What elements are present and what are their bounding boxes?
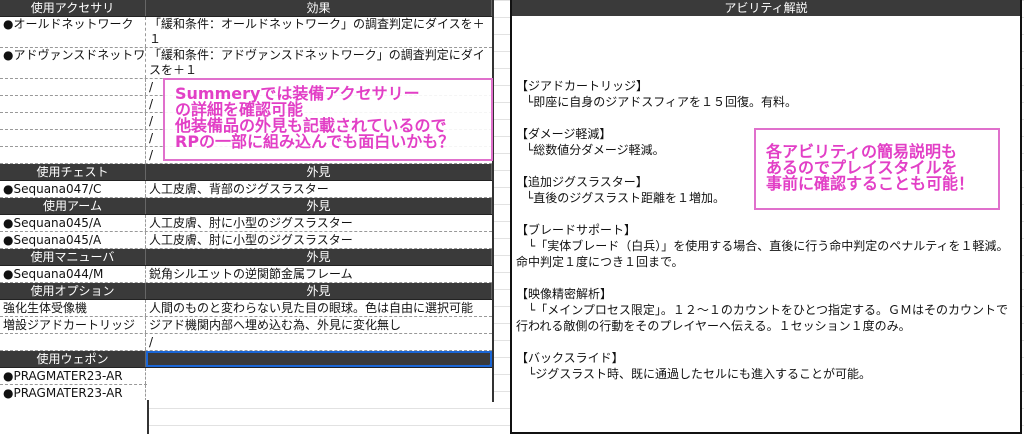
item-name-cell[interactable]: ●Sequana047/C <box>0 181 146 197</box>
item-detail-cell[interactable]: / <box>146 334 492 350</box>
item-name-cell[interactable]: ●オールドネットワーク <box>0 17 146 47</box>
weapon-blank-cells <box>0 400 149 434</box>
ability-item: 【ブレードサポート】 └「実体ブレード（白兵）」を使用する場合、直後に行う命中判… <box>516 222 1014 270</box>
table-row: / <box>0 334 492 351</box>
item-detail-cell[interactable]: 鋭角シルエットの逆関節金属フレーム <box>146 266 492 282</box>
table-row: ●Sequana044/M 鋭角シルエットの逆関節金属フレーム <box>0 266 492 283</box>
item-detail-cell[interactable]: 「緩和条件：オールドネットワーク」の調査判定にダイスを＋１ <box>146 17 492 47</box>
item-name-cell[interactable]: ●Sequana044/M <box>0 266 146 282</box>
item-name-cell[interactable]: ●Sequana045/A <box>0 232 146 248</box>
item-name-cell[interactable]: ●PRAGMATER23-AR <box>0 368 146 384</box>
header-label: 使用チェスト <box>0 164 146 180</box>
item-detail-cell[interactable]: 「緩和条件：アドヴァンスドネットワーク」の調査判定にダイスを＋１ <box>146 48 492 78</box>
item-name-cell[interactable] <box>0 334 146 350</box>
header-label: 外見 <box>146 249 492 265</box>
header-label: 使用アーム <box>0 198 146 214</box>
ability-item: 【バックスライド】 └ジグスラスト時、既に通過したセルにも進入することが可能。 <box>516 350 1014 382</box>
selection-handle[interactable] <box>488 364 491 367</box>
ability-description: └即座に自身のジアドスフィアを１５回復。有料。 <box>526 95 797 109</box>
ability-name: 【映像精密解析】 <box>516 287 613 301</box>
header-label: 使用アクセサリ <box>0 0 146 16</box>
table-row: ●PRAGMATER23-AR <box>0 368 147 385</box>
item-name-cell[interactable] <box>0 130 146 146</box>
table-row: ●アドヴァンスドネットワーク「緩和条件：アドヴァンスドネットワーク」の調査判定に… <box>0 48 492 79</box>
option-header: 使用オプション 外見 <box>0 283 492 300</box>
item-name-cell[interactable] <box>0 96 146 112</box>
ability-name: 【ブレードサポート】 <box>516 223 637 237</box>
table-row: ●オールドネットワーク 「緩和条件：オールドネットワーク」の調査判定にダイスを＋１ <box>0 17 492 48</box>
ability-description: └ジグスラスト時、既に通過したセルにも進入することが可能。 <box>516 367 871 381</box>
maneuver-header: 使用マニューバ 外見 <box>0 249 492 266</box>
header-label: 効果 <box>146 0 492 16</box>
callout-right: 各アビリティの簡易説明も あるのでプレイスタイルを 事前に確認することも可能！ <box>754 128 1000 210</box>
item-detail-cell[interactable]: 人間のものと変わらない見た目の眼球。色は自由に選択可能 <box>146 300 492 316</box>
header-label: 使用オプション <box>0 283 146 299</box>
item-name-cell[interactable] <box>0 147 146 163</box>
callout-line: 事前に確認することも可能！ <box>766 174 975 193</box>
ability-name: 【ジアドカートリッジ】 <box>516 79 649 93</box>
ability-item: 【ジアドカートリッジ】 └即座に自身のジアドスフィアを１５回復。有料。 <box>516 78 1014 110</box>
table-row: ●Sequana045/A 人工皮膚、肘に小型のジグスラスター <box>0 232 492 249</box>
item-name-cell[interactable]: ●Sequana045/A <box>0 215 146 231</box>
ability-item: 【映像精密解析】 └「メインプロセス限定」。１２～１のカウントをひとつ指定する。… <box>516 286 1014 334</box>
arm-header: 使用アーム 外見 <box>0 198 492 215</box>
header-label: 使用マニューバ <box>0 249 146 265</box>
table-row: ●Sequana045/A 人工皮膚、肘に小型のジグスラスター <box>0 215 492 232</box>
item-detail-cell[interactable]: 人工皮膚、背部のジグスラスター <box>146 181 492 197</box>
chest-header: 使用チェスト 外見 <box>0 164 492 181</box>
header-label[interactable] <box>146 351 492 367</box>
table-row: 増設ジアドカートリッジ ジアド機関内部へ埋め込む為、外見に変化無し <box>0 317 492 334</box>
callout-line: RPの一部に組み込んでも面白いかも？ <box>175 132 455 151</box>
ability-panel-title: アビリティ解説 <box>512 0 1020 16</box>
item-name-cell[interactable] <box>0 79 146 95</box>
table-row: ●Sequana047/C 人工皮膚、背部のジグスラスター <box>0 181 492 198</box>
item-detail-cell[interactable]: ジアド機関内部へ埋め込む為、外見に変化無し <box>146 317 492 333</box>
item-name-cell[interactable]: 増設ジアドカートリッジ <box>0 317 146 333</box>
item-name-cell[interactable] <box>0 113 146 129</box>
ability-description: └「メインプロセス限定」。１２～１のカウントをひとつ指定する。ＧＭはそのカウント… <box>516 303 1009 333</box>
table-row: 強化生体受像機 人間のものと変わらない見た目の眼球。色は自由に選択可能 <box>0 300 492 317</box>
header-label: 使用ウェポン <box>0 351 146 367</box>
callout-left: Summeryでは装備アクセサリー の詳細を確認可能 他装備品の外見も記載されている… <box>163 78 493 161</box>
accessory-header: 使用アクセサリ 効果 <box>0 0 492 17</box>
item-detail-cell[interactable]: 人工皮膚、肘に小型のジグスラスター <box>146 215 492 231</box>
weapon-header: 使用ウェポン <box>0 351 492 368</box>
header-label: 外見 <box>146 164 492 180</box>
item-name-cell[interactable]: 強化生体受像機 <box>0 300 146 316</box>
ability-description: └「実体ブレード（白兵）」を使用する場合、直後に行う命中判定のペナルティを１軽減… <box>516 239 1009 269</box>
header-label: 外見 <box>146 198 492 214</box>
ability-panel: アビリティ解説 【ジアドカートリッジ】 └即座に自身のジアドスフィアを１５回復。有… <box>510 0 1022 434</box>
item-name-cell[interactable]: ●PRAGMATER23-AR <box>0 385 146 401</box>
header-label: 外見 <box>146 283 492 299</box>
item-name-cell[interactable]: ●アドヴァンスドネットワーク <box>0 48 146 78</box>
ability-name: 【バックスライド】 <box>516 351 624 365</box>
equipment-table: 使用アクセサリ 効果 ●オールドネットワーク 「緩和条件：オールドネットワーク」の調査… <box>0 0 494 402</box>
item-detail-cell[interactable]: 人工皮膚、肘に小型のジグスラスター <box>146 232 492 248</box>
